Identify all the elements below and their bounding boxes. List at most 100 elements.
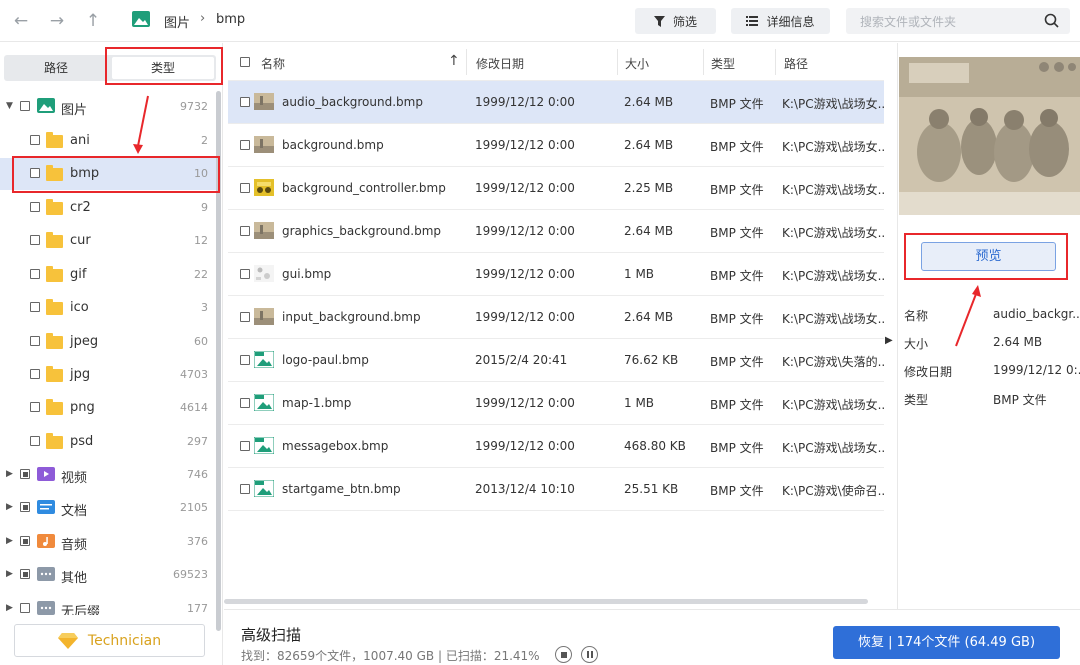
checkbox[interactable] — [20, 536, 30, 546]
row-checkbox[interactable] — [240, 312, 250, 322]
tree-item-pictures[interactable]: ▼ 图片 9732 — [0, 91, 216, 123]
expand-arrow-icon[interactable]: ▶ — [6, 536, 13, 546]
checkbox[interactable] — [20, 603, 30, 613]
column-name[interactable]: 名称 — [261, 55, 285, 72]
other-files-icon — [37, 601, 55, 615]
filter-button[interactable]: 筛选 — [635, 8, 716, 34]
file-path: K:\PC游戏\战场女.. — [782, 183, 886, 197]
expand-arrow-icon[interactable]: ▶ — [6, 469, 13, 479]
column-path[interactable]: 路径 — [784, 55, 808, 72]
checkbox[interactable] — [30, 302, 40, 312]
checkbox[interactable] — [30, 202, 40, 212]
checkbox[interactable] — [20, 502, 30, 512]
row-checkbox[interactable] — [240, 484, 250, 494]
row-checkbox[interactable] — [240, 355, 250, 365]
checkbox[interactable] — [30, 402, 40, 412]
breadcrumb-separator: › — [200, 11, 206, 26]
column-divider[interactable] — [775, 49, 776, 75]
tree-item-video[interactable]: ▶ 视频 746 — [0, 459, 216, 491]
file-path: K:\PC游戏\战场女.. — [782, 398, 886, 412]
checkbox[interactable] — [30, 235, 40, 245]
expand-arrow-icon[interactable]: ▶ — [6, 502, 13, 512]
table-row[interactable]: gui.bmp 1999/12/12 0:00 1 MB BMP 文件 K:\P… — [228, 253, 886, 296]
checkbox[interactable] — [20, 101, 30, 111]
tree-item-count: 12 — [194, 234, 208, 247]
up-icon[interactable]: ↑ — [82, 10, 104, 32]
table-row[interactable]: map-1.bmp 1999/12/12 0:00 1 MB BMP 文件 K:… — [228, 382, 886, 425]
meta-key-modified: 修改日期 — [904, 365, 953, 379]
checkbox[interactable] — [30, 336, 40, 346]
search-input[interactable]: 搜索文件或文件夹 — [846, 8, 1070, 34]
table-row[interactable]: messagebox.bmp 1999/12/12 0:00 468.80 KB… — [228, 425, 885, 468]
sort-ascending-icon[interactable]: ↑ — [448, 53, 460, 69]
row-checkbox[interactable] — [240, 183, 250, 193]
checkbox[interactable] — [30, 436, 40, 446]
stop-scan-button[interactable] — [555, 646, 572, 663]
checkbox[interactable] — [30, 369, 40, 379]
tree-item-jpg[interactable]: jpg 4703 — [0, 359, 216, 391]
tree-item-no-extension[interactable]: ▶ 无后缀 177 — [0, 593, 216, 615]
file-path: K:\PC游戏\战场女.. — [782, 269, 886, 283]
file-date: 2015/2/4 20:41 — [475, 353, 568, 367]
tree-item-cr2[interactable]: cr2 9 — [0, 192, 216, 224]
pause-scan-button[interactable] — [581, 646, 598, 663]
expand-arrow-icon[interactable]: ▶ — [6, 569, 13, 579]
column-type[interactable]: 类型 — [711, 55, 735, 72]
table-row[interactable]: background_controller.bmp 1999/12/12 0:0… — [228, 167, 886, 210]
row-checkbox[interactable] — [240, 269, 250, 279]
tree-item-ani[interactable]: ani 2 — [0, 125, 216, 157]
column-divider[interactable] — [466, 49, 467, 75]
tree-item-psd[interactable]: psd 297 — [0, 426, 216, 458]
row-checkbox[interactable] — [240, 226, 250, 236]
tree-item-cur[interactable]: cur 12 — [0, 225, 216, 257]
tree-item-documents[interactable]: ▶ 文档 2105 — [0, 492, 216, 524]
tree-item-count: 177 — [187, 602, 208, 615]
column-divider[interactable] — [617, 49, 618, 75]
collapse-preview-icon[interactable]: ▶ — [885, 335, 893, 346]
row-checkbox[interactable] — [240, 441, 250, 451]
image-thumbnail — [254, 222, 274, 239]
row-checkbox[interactable] — [240, 97, 250, 107]
breadcrumb-current[interactable]: bmp — [216, 12, 245, 27]
checkbox[interactable] — [20, 469, 30, 479]
checkbox[interactable] — [30, 269, 40, 279]
checkbox[interactable] — [20, 569, 30, 579]
file-name: logo-paul.bmp — [282, 353, 369, 367]
breadcrumb-root[interactable]: 图片 — [164, 12, 190, 31]
back-icon[interactable]: ← — [10, 10, 32, 32]
table-row[interactable]: input_background.bmp 1999/12/12 0:00 2.6… — [228, 296, 885, 339]
table-row[interactable]: logo-paul.bmp 2015/2/4 20:41 76.62 KB BM… — [228, 339, 885, 382]
tab-path[interactable]: 路径 — [6, 57, 106, 79]
column-divider[interactable] — [703, 49, 704, 75]
tree-item-other[interactable]: ▶ 其他 69523 — [0, 559, 216, 591]
column-size[interactable]: 大小 — [625, 55, 649, 72]
row-checkbox[interactable] — [240, 140, 250, 150]
preview-panel: 预览 名称 audio_backgr... 大小 2.64 MB 修改日期 19… — [897, 43, 1080, 609]
table-row[interactable]: startgame_btn.bmp 2013/12/4 10:10 25.51 … — [228, 468, 885, 511]
tree-item-ico[interactable]: ico 3 — [0, 292, 216, 324]
app-window: ← → ↑ 图片 › bmp 筛选 详细信息 搜索文件或文件夹 路径 类型 ▼ … — [0, 0, 1080, 665]
file-name: map-1.bmp — [282, 396, 352, 410]
recover-button[interactable]: 恢复 | 174个文件 (64.49 GB) — [833, 626, 1060, 659]
picture-icon — [132, 11, 150, 27]
table-row[interactable]: audio_background.bmp 1999/12/12 0:00 2.6… — [228, 81, 885, 124]
expand-arrow-icon[interactable]: ▶ — [6, 603, 13, 613]
details-button[interactable]: 详细信息 — [731, 8, 830, 34]
table-row[interactable]: background.bmp 1999/12/12 0:00 2.64 MB B… — [228, 124, 885, 167]
search-icon[interactable] — [1044, 13, 1059, 28]
table-row[interactable]: graphics_background.bmp 1999/12/12 0:00 … — [228, 210, 885, 253]
collapse-arrow-icon[interactable]: ▼ — [6, 101, 13, 111]
column-date[interactable]: 修改日期 — [476, 55, 524, 72]
tree-item-label: gif — [70, 267, 87, 282]
tree-item-gif[interactable]: gif 22 — [0, 259, 216, 291]
forward-icon[interactable]: → — [46, 10, 68, 32]
tree-item-jpeg[interactable]: jpeg 60 — [0, 326, 216, 358]
technician-button[interactable]: Technician — [14, 624, 205, 657]
tree-item-audio[interactable]: ▶ 音频 376 — [0, 526, 216, 558]
table-horizontal-scrollbar[interactable] — [224, 599, 868, 604]
select-all-checkbox[interactable] — [240, 57, 250, 67]
tree-item-png[interactable]: png 4614 — [0, 392, 216, 424]
row-checkbox[interactable] — [240, 398, 250, 408]
meta-key-type: 类型 — [904, 393, 929, 407]
checkbox[interactable] — [30, 135, 40, 145]
